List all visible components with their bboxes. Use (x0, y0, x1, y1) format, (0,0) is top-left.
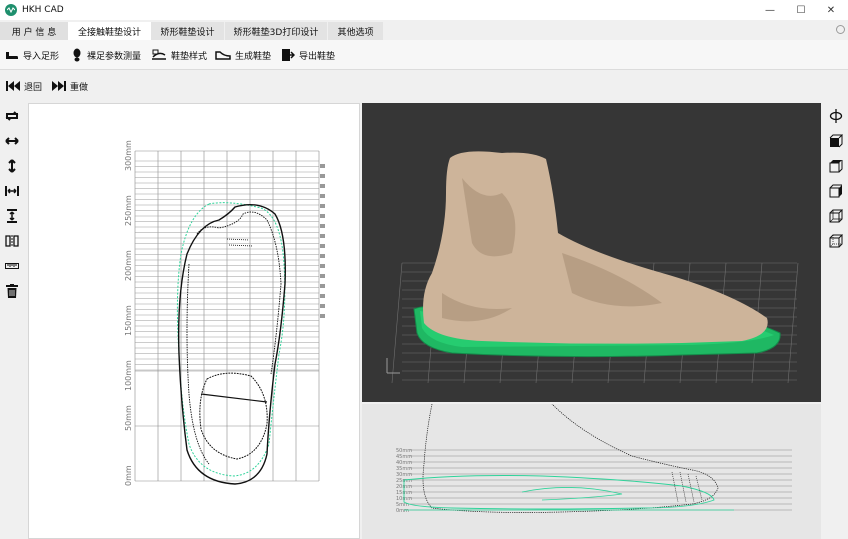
import-foot-label: 导入足形 (23, 51, 60, 62)
view-cube-iso-icon[interactable] (828, 208, 844, 224)
side-scale-5mm: 5mm (396, 502, 409, 508)
view-cube-side-icon[interactable] (828, 183, 844, 199)
barefoot-measure-button[interactable]: 裸足参数测量 (71, 47, 141, 63)
plan-scale-150mm: 150mm (124, 305, 133, 336)
insole-style-label: 鞋垫样式 (171, 51, 208, 62)
skip-forward-icon (52, 81, 66, 91)
vertical-fit-icon[interactable] (4, 208, 20, 224)
side-grid (410, 449, 792, 511)
import-foot-button[interactable]: 导入足形 (5, 47, 59, 63)
plan-scale-250mm: 250mm (124, 195, 133, 226)
side-foot-outline (422, 404, 719, 513)
undo-label: 退回 (24, 82, 43, 93)
foot-icon (6, 52, 18, 59)
side-scale-50mm: 50mm (396, 448, 412, 454)
export-icon (282, 49, 295, 61)
plan-scale-200mm: 200mm (124, 250, 133, 281)
insole-style-button[interactable]: 鞋垫样式 (151, 47, 207, 63)
left-tool-column (0, 103, 26, 313)
view-cube-front-icon[interactable] (828, 133, 844, 149)
gear-icon[interactable] (836, 25, 845, 34)
view-cube-top-icon[interactable] (828, 158, 844, 174)
side-scale-35mm: 35mm (396, 466, 412, 472)
tab-other-options[interactable]: 其他选项 (328, 22, 383, 40)
redo-label: 重做 (70, 82, 89, 93)
plan-scale-50mm: 50mm (124, 405, 133, 431)
main-tab-bar: 用 户 信 息 全接触鞋垫设计 矫形鞋垫设计 矫形鞋垫3D打印设计 其他选项 (0, 21, 848, 40)
side-scale-40mm: 40mm (396, 460, 412, 466)
side-scale-30mm: 30mm (396, 472, 412, 478)
generate-insole-icon (215, 51, 231, 60)
generate-insole-button[interactable]: 生成鞋垫 (215, 47, 271, 63)
heel-width-line (200, 393, 268, 403)
barefoot-measure-label: 裸足参数测量 (87, 51, 142, 62)
close-button[interactable]: ✕ (816, 0, 846, 20)
view-cube-wire-icon[interactable] (828, 233, 844, 249)
horizontal-fit-icon[interactable] (4, 183, 20, 199)
insole-style-icon (152, 49, 166, 60)
vertical-resize-icon[interactable] (4, 158, 20, 174)
tab-orthotic-3d-print[interactable]: 矫形鞋垫3D打印设计 (225, 22, 327, 40)
redo-button[interactable]: 重做 (52, 78, 88, 94)
side-scale-45mm: 45mm (396, 454, 412, 460)
undo-button[interactable]: 退回 (6, 78, 42, 94)
minimize-button[interactable]: — (755, 0, 785, 20)
history-toolbar: 退回 重做 (0, 71, 848, 99)
tab-orthotic-insole[interactable]: 矫形鞋垫设计 (151, 22, 224, 40)
main-toolbar: 导入足形 裸足参数测量 鞋垫样式 生成鞋垫 导出鞋垫 (0, 40, 848, 70)
horizontal-resize-icon[interactable] (4, 133, 20, 149)
plan-scale-300mm: 300mm (124, 140, 133, 171)
side-profile-panel[interactable]: 0mm 5mm 10mm 15mm 20mm 25mm 30mm 35mm 40… (362, 404, 821, 539)
plan-scale-100mm: 100mm (124, 360, 133, 391)
export-insole-label: 导出鞋垫 (299, 51, 336, 62)
app-logo-icon (5, 4, 17, 16)
3d-view-panel[interactable] (362, 103, 821, 402)
export-insole-button[interactable]: 导出鞋垫 (281, 47, 335, 63)
tab-user-info[interactable]: 用 户 信 息 (0, 22, 68, 40)
generate-insole-label: 生成鞋垫 (235, 51, 272, 62)
toe-marker (226, 238, 254, 247)
tab-full-contact-insole[interactable]: 全接触鞋垫设计 (68, 22, 151, 40)
plan-view-canvas: 0mm 50mm 100mm 150mm 200mm 250mm 300mm (124, 140, 325, 486)
skip-back-icon (6, 81, 20, 91)
axis-rotate-icon[interactable] (828, 108, 844, 124)
heel-contour (199, 372, 268, 460)
footprint-icon (73, 48, 81, 62)
3d-view-canvas (386, 151, 799, 384)
app-title: HKH CAD (22, 5, 64, 15)
trash-icon[interactable] (4, 283, 20, 299)
mirror-icon[interactable] (4, 233, 20, 249)
right-view-tool-column (824, 103, 848, 263)
plan-view-panel[interactable]: 0mm 50mm 100mm 150mm 200mm 250mm 300mm (28, 103, 360, 539)
rotate-icon[interactable] (4, 108, 20, 124)
side-scale-0mm: 0mm (396, 508, 409, 514)
title-bar: HKH CAD — ☐ ✕ (0, 0, 848, 20)
plan-scale-0mm: 0mm (124, 465, 133, 486)
maximize-button[interactable]: ☐ (786, 0, 816, 20)
ruler-icon[interactable] (4, 258, 20, 274)
side-profile-canvas: 0mm 5mm 10mm 15mm 20mm 25mm 30mm 35mm 40… (396, 404, 792, 514)
